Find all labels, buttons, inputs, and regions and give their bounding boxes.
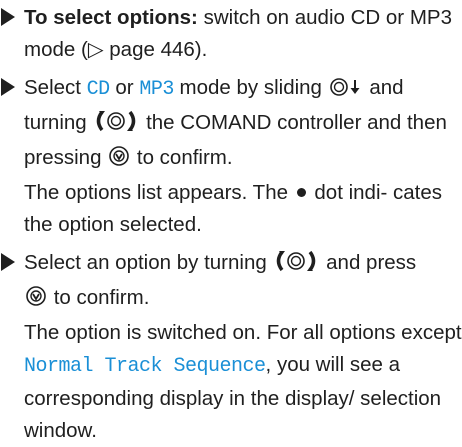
step-2-text-a: Select xyxy=(24,76,87,99)
step-1-text-b: page 446). xyxy=(103,38,208,61)
step-1-label: To select options: xyxy=(24,6,198,29)
selected-dot-icon xyxy=(296,188,306,197)
normal-track-sequence-label: Normal Track Sequence xyxy=(24,355,266,378)
cd-mode-label: CD xyxy=(86,78,111,101)
step-3-result-a: The option is switched on. For all optio… xyxy=(24,321,462,344)
mp3-mode-label: MP3 xyxy=(139,78,174,101)
step-3-text-b: and press xyxy=(320,251,417,274)
step-arrow-icon xyxy=(1,78,15,96)
slide-down-icon xyxy=(329,75,363,107)
step-3: Select an option by turning and press to… xyxy=(0,247,462,447)
page-ref-arrow-icon: ▷ xyxy=(87,38,104,61)
step-3-text-a: Select an option by turning xyxy=(24,251,273,274)
step-2-text-c: mode by sliding xyxy=(173,76,328,99)
turn-controller-icon xyxy=(93,110,139,142)
step-3-text-c: to confirm. xyxy=(48,286,150,309)
step-2-result-a: The options list appears. The xyxy=(24,181,294,204)
step-2: Select CD or MP3 mode by sliding and tur… xyxy=(0,72,462,241)
step-2-text-f: to confirm. xyxy=(131,146,233,169)
step-arrow-icon xyxy=(1,253,15,271)
instruction-page: To select options: switch on audio CD or… xyxy=(0,0,462,442)
step-1: To select options: switch on audio CD or… xyxy=(0,2,462,66)
turn-controller-icon xyxy=(273,250,319,282)
step-arrow-icon xyxy=(1,8,15,26)
press-controller-icon xyxy=(25,285,47,317)
step-2-text-b: or xyxy=(109,76,140,99)
press-controller-icon xyxy=(108,145,130,177)
